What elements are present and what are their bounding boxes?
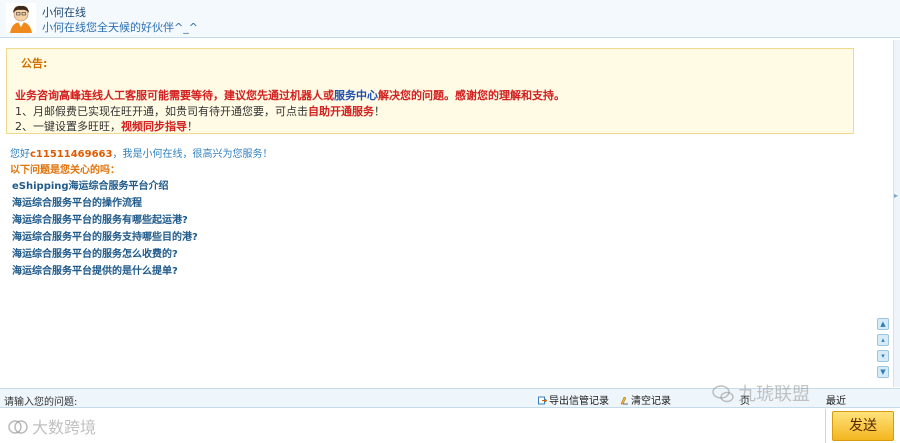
faq-heading: 以下问题是您关心的吗：: [10, 165, 120, 176]
bot-name: 小何在线: [42, 6, 86, 19]
chevron-right-icon[interactable]: ▸: [894, 190, 900, 202]
video-guide-link[interactable]: 视频同步指导: [121, 120, 187, 133]
faq-item[interactable]: 海运综合服务平台的服务有哪些起运港?: [12, 212, 198, 229]
notice-title: 公告:: [21, 57, 48, 70]
notice-line-1-suffix: ！: [374, 105, 385, 118]
bot-status: 小何在线您全天候的好伙伴^_^: [42, 21, 198, 34]
notice-line-1-prefix: 1、月邮假费已实现在旺开通，如贵司有待开通您要，可点击: [15, 105, 308, 118]
recent-button[interactable]: 最近: [826, 392, 846, 407]
arrow-down-icon[interactable]: ▾: [877, 350, 889, 362]
scroll-bottom-icon[interactable]: ▼: [877, 366, 889, 378]
input-label: 请输入您的问题:: [4, 397, 78, 408]
chat-header: 小何在线 小何在线您全天候的好伙伴^_^: [0, 0, 900, 38]
faq-list: eShipping海运综合服务平台介绍 海运综合服务平台的操作流程 海运综合服务…: [12, 178, 198, 280]
side-scroll-rail[interactable]: ▸: [893, 40, 900, 387]
notice-line-2-prefix: 2、一键设置多旺旺，: [15, 120, 121, 133]
notice-main-text-2: 解决您的问题。感谢您的理解和支持。: [378, 89, 565, 102]
notice-line-1: 1、月邮假费已实现在旺开通，如贵司有待开通您要，可点击自助开通服务！: [15, 103, 385, 119]
notice-line-2: 2、一键设置多旺旺，视频同步指导！: [15, 118, 198, 134]
faq-item[interactable]: 海运综合服务平台的操作流程: [12, 195, 198, 212]
watermark-left: 大数跨境: [8, 414, 96, 438]
notice-main-text-1: 业务咨询高峰连线人工客服可能需要等待，建议您先通过机器人或: [15, 89, 334, 102]
watermark-left-text: 大数跨境: [32, 418, 97, 437]
export-icon: [538, 396, 547, 405]
greeting-prefix: 您好: [10, 149, 30, 160]
notice-panel: 公告: 业务咨询高峰连线人工客服可能需要等待，建议您先通过机器人或服务中心解决您…: [6, 48, 854, 134]
avatar-icon: [6, 3, 36, 33]
watermark-logo-icon: [8, 420, 28, 434]
notice-line-2-suffix: ！: [187, 120, 198, 133]
send-button[interactable]: 发送: [832, 411, 894, 441]
wechat-logo-icon: [712, 385, 734, 403]
faq-item[interactable]: 海运综合服务平台提供的是什么提单?: [12, 263, 198, 280]
message-input[interactable]: [0, 409, 825, 443]
greeting-suffix: ，我是小何在线，很高兴为您服务！: [112, 149, 273, 160]
notice-main: 业务咨询高峰连线人工客服可能需要等待，建议您先通过机器人或服务中心解决您的问题。…: [15, 87, 565, 103]
greeting-message: 您好c11511469663，我是小何在线，很高兴为您服务！: [10, 145, 272, 160]
watermark-right: 九琥联盟: [712, 380, 810, 406]
account-id: c11511469663: [30, 149, 113, 160]
arrow-up-icon[interactable]: ▴: [877, 334, 889, 346]
scroll-top-icon[interactable]: ▲: [877, 318, 889, 330]
faq-item[interactable]: 海运综合服务平台的服务怎么收费的?: [12, 246, 198, 263]
faq-item[interactable]: 海运综合服务平台的服务支持哪些目的港?: [12, 229, 198, 246]
clear-icon: [620, 396, 628, 405]
service-center-link[interactable]: 服务中心: [334, 89, 378, 102]
watermark-right-text: 九琥联盟: [738, 384, 810, 405]
clear-records-label: 清空记录: [631, 396, 671, 407]
message-nav-strip: ▲ ▴ ▾ ▼: [877, 318, 891, 388]
self-service-link[interactable]: 自助开通服务: [308, 105, 374, 118]
export-records-button[interactable]: 导出信管记录: [538, 392, 609, 407]
clear-records-button[interactable]: 清空记录: [620, 392, 671, 407]
export-records-label: 导出信管记录: [549, 396, 609, 407]
faq-item[interactable]: eShipping海运综合服务平台介绍: [12, 178, 198, 195]
compose-area: [0, 409, 826, 443]
